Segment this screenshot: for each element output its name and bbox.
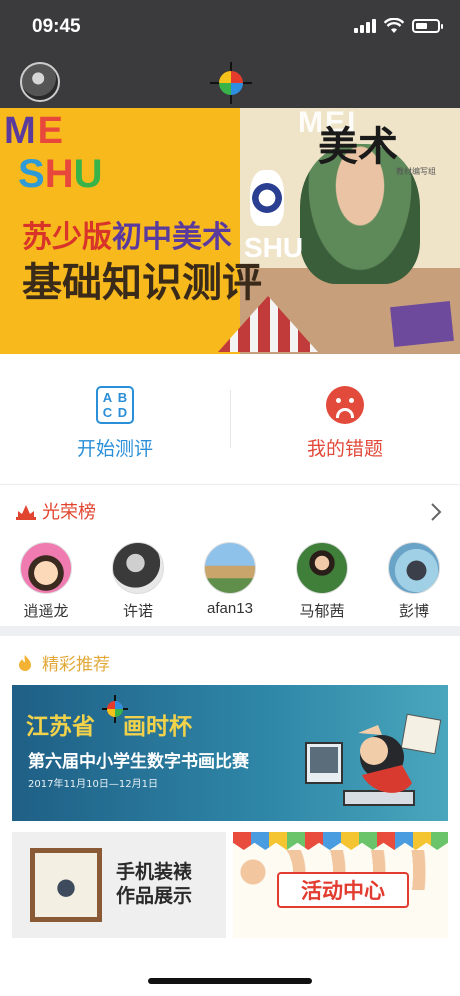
home-indicator[interactable] — [148, 978, 312, 984]
sad-face-icon — [326, 386, 364, 424]
person-name: 许诺 — [122, 603, 153, 620]
framed-painting-image — [30, 848, 102, 922]
avatar — [388, 542, 440, 594]
banner-caption: 教材编写组 — [396, 167, 436, 176]
avatar — [204, 542, 256, 594]
battery-level — [416, 23, 427, 29]
banner-subheadline: 基础知识测评 — [22, 259, 262, 306]
chevron-right-icon[interactable] — [430, 502, 442, 522]
status-icons — [354, 18, 443, 34]
list-item[interactable]: 彭博 — [374, 542, 454, 621]
banner-latin-top: ME — [4, 110, 66, 152]
list-item[interactable]: 马郁茜 — [282, 542, 362, 621]
start-test-label: 开始测评 — [76, 438, 153, 460]
activity-center-label: 活动中心 — [277, 872, 409, 908]
list-item[interactable]: 逍遥龙 — [6, 542, 86, 621]
honor-roll-title: 光荣榜 — [42, 502, 96, 523]
contest-dates: 2017年11月10日—12月1日 — [28, 779, 158, 790]
person-name: afan13 — [207, 600, 253, 617]
user-avatar[interactable] — [20, 62, 60, 102]
avatar — [112, 542, 164, 594]
honor-roll-header[interactable]: 光荣榜 — [0, 494, 460, 530]
status-time: 09:45 — [32, 16, 81, 37]
porcelain-vase-image — [250, 170, 284, 226]
contest-subtitle: 第六届中小学生数字书画比赛 — [28, 752, 249, 772]
wifi-icon — [384, 18, 404, 33]
app-header: 09:45 — [0, 0, 460, 108]
banner-latin-bottom: SHU — [18, 152, 103, 196]
list-item[interactable]: afan13 — [190, 542, 270, 617]
mounting-showcase-card[interactable]: 手机装裱 作品展示 — [12, 832, 226, 938]
my-mistakes-button[interactable]: 我的错题 — [230, 354, 460, 484]
banner-title-cn: 美术 — [318, 123, 398, 170]
quick-actions: A B C D 开始测评 我的错题 — [0, 354, 460, 484]
abcd-icon: A B C D — [96, 386, 134, 424]
divider — [0, 484, 460, 485]
honor-roll-list: 逍遥龙 许诺 afan13 马郁茜 彭博 — [0, 542, 460, 622]
recommend-title: 精彩推荐 — [42, 655, 110, 675]
list-item[interactable]: 许诺 — [98, 542, 178, 621]
person-name: 彭博 — [398, 603, 429, 620]
person-name: 马郁茜 — [299, 603, 345, 620]
activity-center-card[interactable]: 活动中心 — [233, 832, 448, 938]
battery-icon — [412, 19, 443, 33]
avatar — [20, 542, 72, 594]
podium-crown-icon — [16, 505, 36, 520]
avatar — [296, 542, 348, 594]
child-drawing-illustration — [305, 713, 442, 806]
recommend-header: 精彩推荐 — [0, 646, 460, 678]
app-logo-icon — [210, 62, 252, 104]
mounting-showcase-text: 手机装裱 作品展示 — [116, 861, 193, 907]
hero-banner[interactable]: ME SHU MEI SHU 美术 教材编写组 苏少版初中美术 基础知识测评 — [0, 108, 460, 354]
gift-box-image — [390, 300, 454, 348]
flame-icon — [19, 655, 31, 671]
cellular-signal-icon — [354, 19, 376, 33]
contest-logo-icon — [102, 695, 128, 723]
my-mistakes-label: 我的错题 — [306, 438, 383, 460]
section-separator — [0, 626, 460, 636]
contest-banner[interactable]: 江苏省 画时杯 第六届中小学生数字书画比赛 2017年11月10日—12月1日 — [12, 685, 448, 821]
person-name: 逍遥龙 — [23, 603, 69, 620]
bunting-decoration — [233, 832, 448, 850]
start-test-button[interactable]: A B C D 开始测评 — [0, 354, 230, 484]
